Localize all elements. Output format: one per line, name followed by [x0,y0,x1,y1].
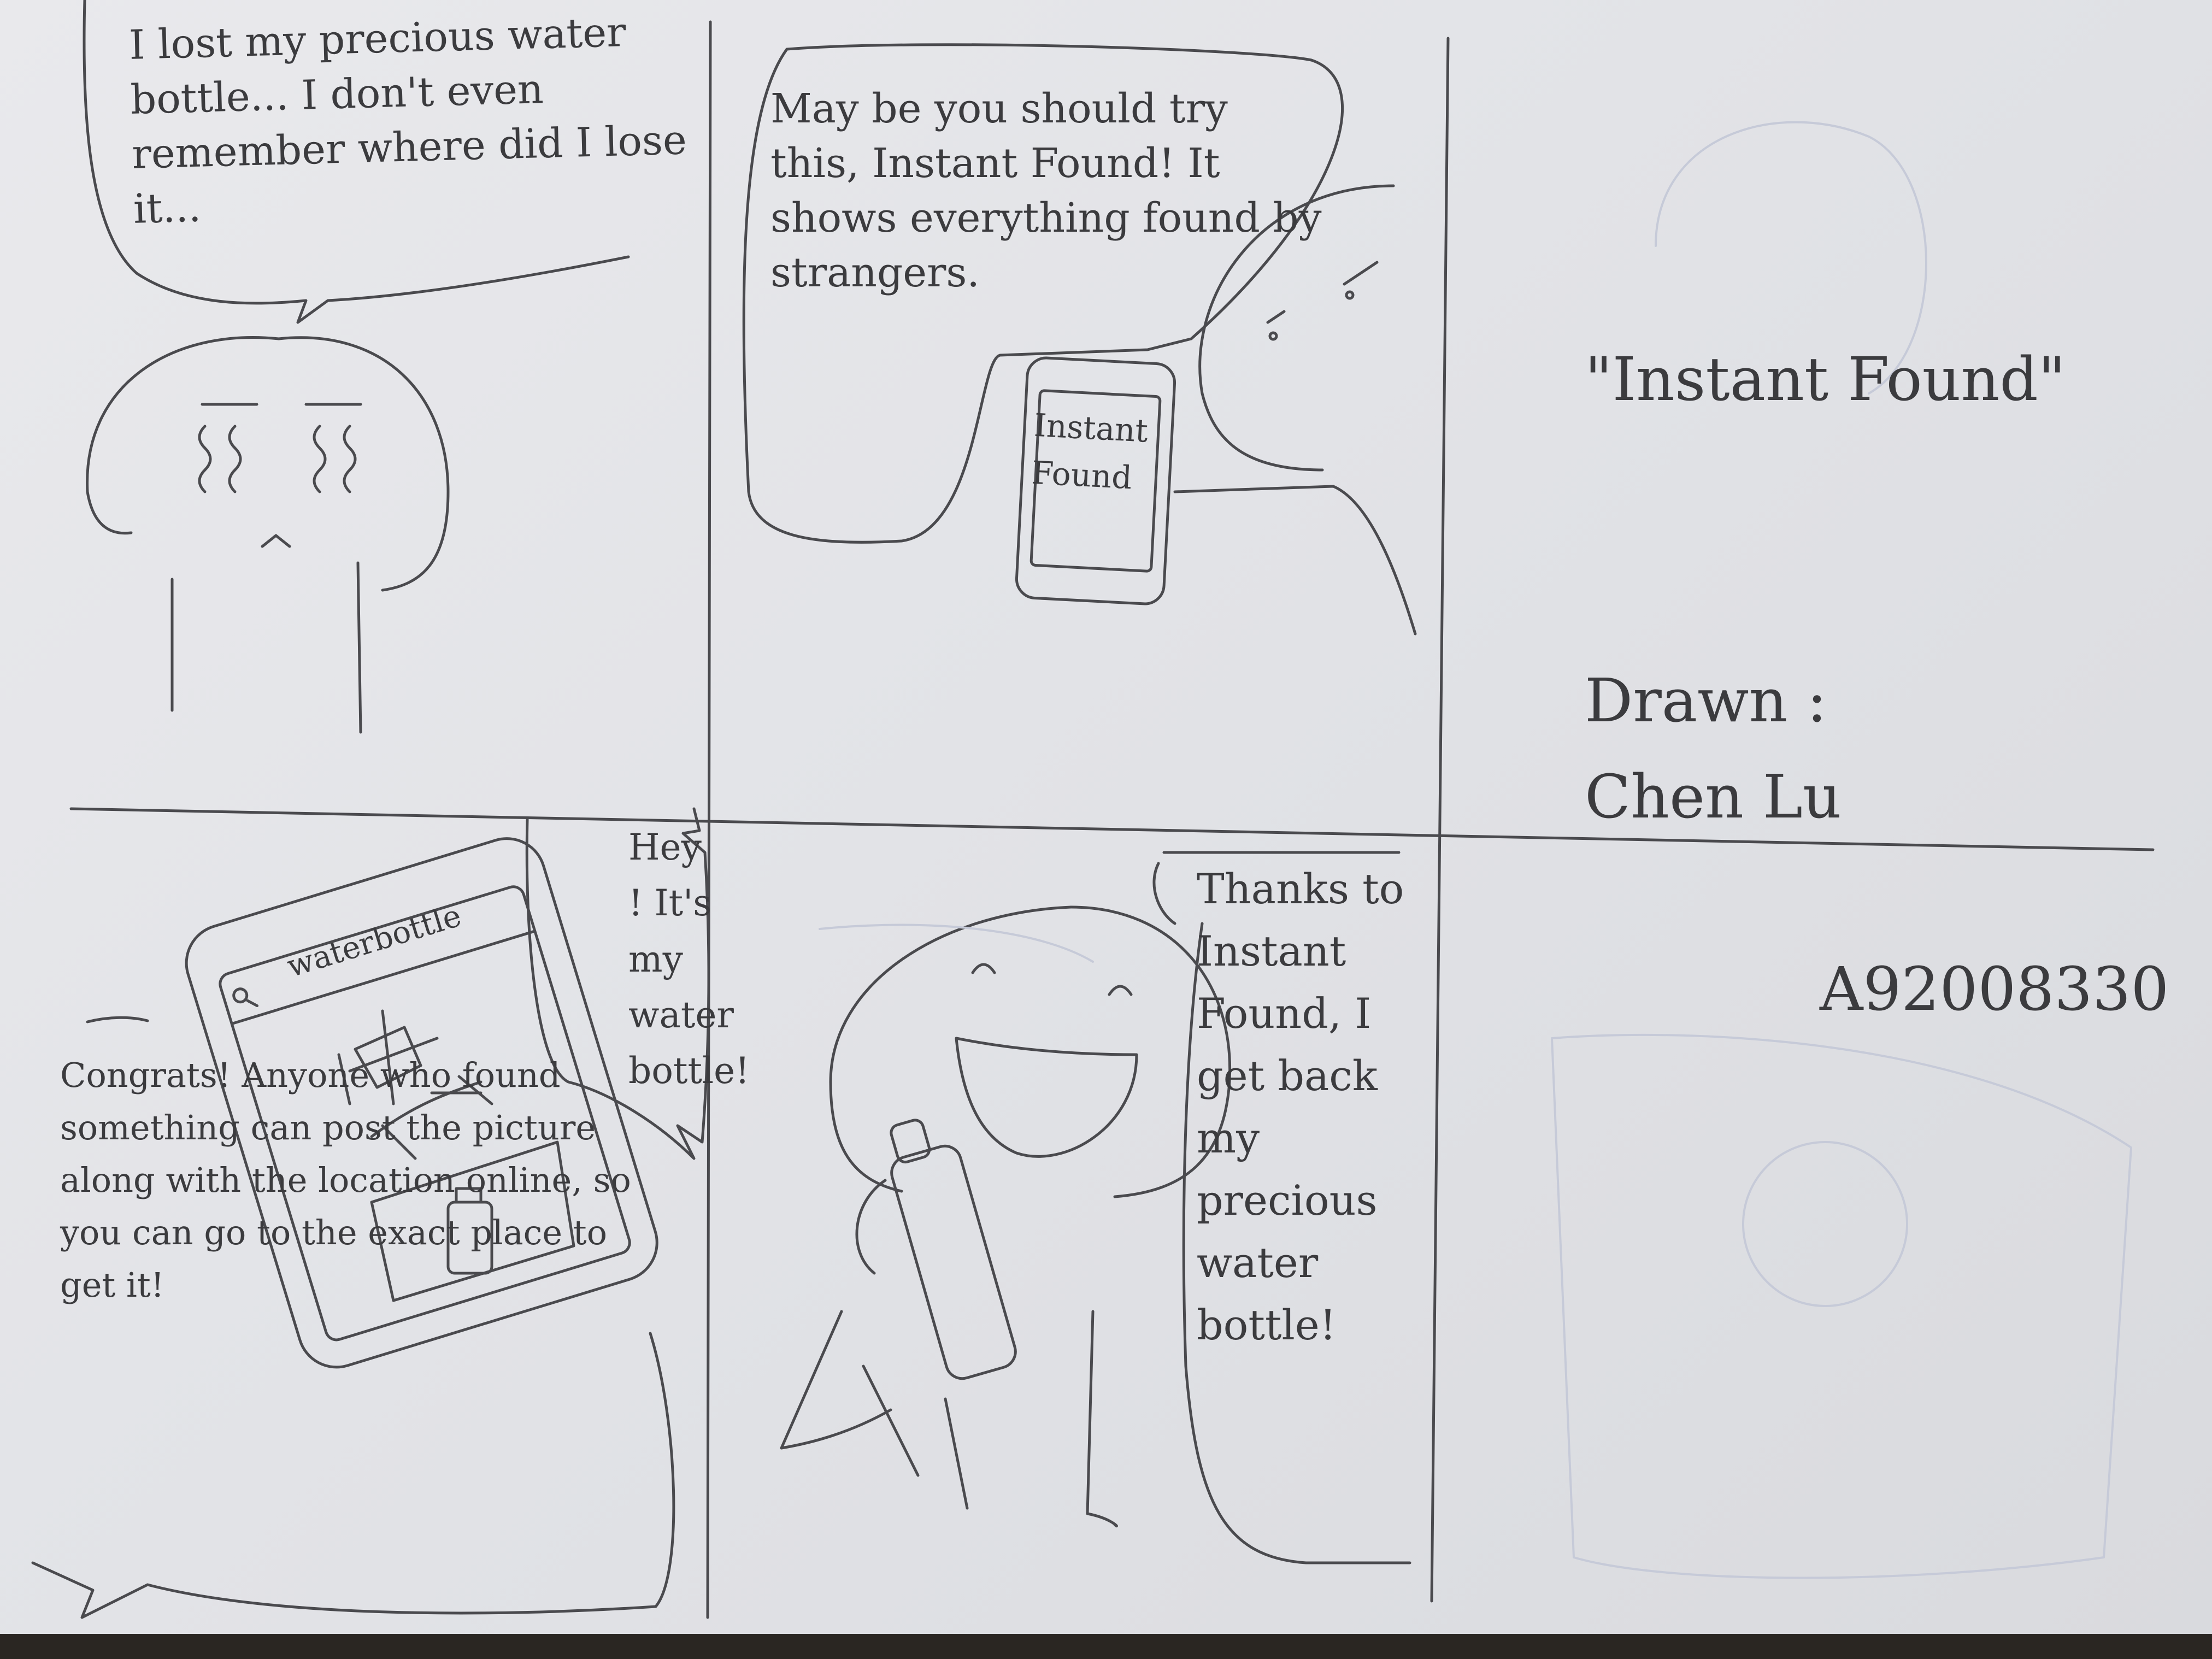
title-card: "Instant Found" Drawn : Chen Lu A9200833… [1585,235,2186,1133]
speech-text-1: I lost my precious water bottle... I don… [128,9,687,233]
sad-character [86,336,450,734]
drawn-label: Drawn : [1585,666,1827,736]
author-name: Chen Lu [1585,762,1842,832]
speech-text-4b: Congrats! Anyone who found something can… [60,1055,631,1305]
author-line: Drawn : Chen Lu [1585,556,2186,845]
student-id: A92008330 [1820,954,2169,1024]
speech-text-2: May be you should try this, Instant Foun… [770,85,1322,296]
comic-title: "Instant Found" [1585,344,2066,414]
speech-text-5: Thanks to Instant Found, I get back my p… [1197,864,1404,1349]
phone-app-label: Instant Found [1031,406,1149,497]
